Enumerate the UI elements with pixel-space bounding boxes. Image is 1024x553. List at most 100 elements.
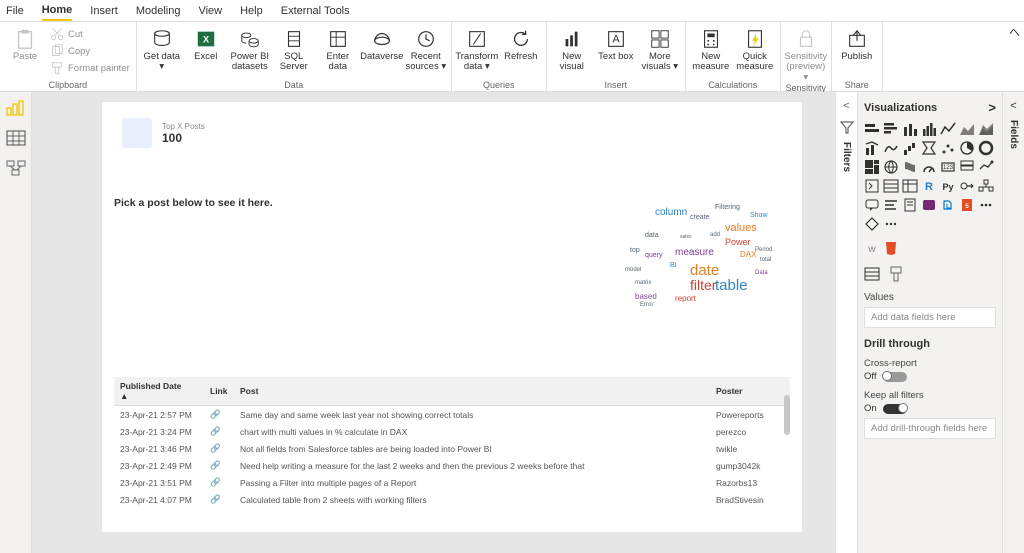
wordcloud-visual[interactable]: datetablefiltervaluesmeasurecolumnPowerD… [620, 192, 790, 322]
viz-type-kpi[interactable] [978, 159, 994, 175]
col-post[interactable]: Post [234, 377, 710, 406]
viz-html5-icon[interactable] [883, 240, 899, 256]
viz-type-scatter[interactable] [940, 140, 956, 156]
paste-button[interactable]: Paste [4, 24, 46, 62]
transform-data-button[interactable]: Transform data ▾ [456, 24, 498, 73]
viz-type-clustered-bar[interactable] [883, 121, 899, 137]
viz-type-r-visual[interactable]: R [921, 178, 937, 194]
viz-type-line-column[interactable] [864, 140, 880, 156]
table-row[interactable]: 23-Apr-21 3:24 PM🔗chart with multi value… [114, 423, 790, 440]
table-row[interactable]: 23-Apr-21 2:57 PM🔗Same day and same week… [114, 406, 790, 424]
menu-view[interactable]: View [198, 5, 222, 17]
new-measure-button[interactable]: New measure [690, 24, 732, 73]
drill-through-well[interactable]: Add drill-through fields here [864, 418, 996, 439]
viz-type-area[interactable] [959, 121, 975, 137]
card-visual-topx[interactable]: Top X Posts 100 [114, 112, 213, 154]
collapse-viz-chevron[interactable]: > [988, 100, 996, 115]
table-scrollbar[interactable] [784, 395, 790, 435]
filters-pane-collapsed[interactable]: < Filters [835, 92, 857, 553]
recent-sources-button[interactable]: Recent sources ▾ [405, 24, 447, 73]
viz-type-pie[interactable] [959, 140, 975, 156]
model-view-button[interactable] [6, 160, 26, 176]
dataverse-button[interactable]: Dataverse [361, 24, 403, 62]
col-published-date[interactable]: Published Date▲ [114, 377, 204, 406]
menu-external-tools[interactable]: External Tools [281, 5, 350, 17]
menu-modeling[interactable]: Modeling [136, 5, 181, 17]
menu-file[interactable]: File [6, 5, 24, 17]
data-view-button[interactable] [6, 130, 26, 146]
viz-type-power-apps[interactable] [921, 197, 937, 213]
viz-type-funnel[interactable] [921, 140, 937, 156]
quick-measure-button[interactable]: Quick measure [734, 24, 776, 73]
viz-type-shape[interactable] [864, 216, 880, 232]
viz-type-python-visual[interactable]: Py [940, 178, 956, 194]
viz-type-waterfall[interactable] [902, 140, 918, 156]
viz-type-line[interactable] [940, 121, 956, 137]
viz-type-key-influencers[interactable] [959, 178, 975, 194]
viz-type-qna[interactable] [864, 197, 880, 213]
format-painter-button[interactable]: Format painter [48, 60, 132, 76]
col-poster[interactable]: Poster [710, 377, 790, 406]
fields-tab-icon[interactable] [864, 266, 880, 282]
ribbon-collapse-chevron[interactable]: へ [1009, 24, 1020, 40]
get-data-button[interactable]: Get data ▾ [141, 24, 183, 73]
viz-type-gauge[interactable] [921, 159, 937, 175]
viz-type-multi-row-card[interactable] [959, 159, 975, 175]
copy-button[interactable]: Copy [48, 43, 132, 59]
viz-type-stacked-bar[interactable] [864, 121, 880, 137]
pbi-datasets-button[interactable]: Power BI datasets [229, 24, 271, 73]
report-view-button[interactable] [6, 100, 26, 116]
viz-type-decomposition[interactable] [978, 178, 994, 194]
sensitivity-button[interactable]: Sensitivity (preview) ▾ [785, 24, 827, 83]
sql-server-button[interactable]: SQL Server [273, 24, 315, 73]
viz-type-more[interactable] [978, 197, 994, 213]
viz-type-smart-narrative[interactable] [883, 197, 899, 213]
viz-web-icon[interactable]: w [864, 240, 880, 256]
keep-filters-label: Keep all filters [864, 390, 996, 401]
viz-type-map[interactable] [883, 159, 899, 175]
table-row[interactable]: 23-Apr-21 3:51 PM🔗Passing a Filter into … [114, 474, 790, 491]
more-visuals-button[interactable]: More visuals ▾ [639, 24, 681, 73]
viz-type-ribbon[interactable] [883, 140, 899, 156]
table-row[interactable]: 23-Apr-21 4:07 PM🔗Calculated table from … [114, 491, 790, 508]
viz-type-clustered-column[interactable] [921, 121, 937, 137]
enter-data-button[interactable]: Enter data [317, 24, 359, 73]
col-link[interactable]: Link [204, 377, 234, 406]
viz-type-power-automate[interactable] [940, 197, 956, 213]
table-row[interactable]: 23-Apr-21 3:46 PM🔗Not all fields from Sa… [114, 440, 790, 457]
refresh-button[interactable]: Refresh [500, 24, 542, 62]
viz-type-html[interactable]: 5 [959, 197, 975, 213]
expand-fields-chevron[interactable]: < [1010, 100, 1016, 112]
new-visual-button[interactable]: New visual [551, 24, 593, 73]
viz-type-matrix[interactable] [902, 178, 918, 194]
text-box-button[interactable]: AText box [595, 24, 637, 62]
keep-filters-toggle[interactable] [883, 404, 907, 414]
viz-type-paginated[interactable] [902, 197, 918, 213]
cross-report-toggle[interactable] [883, 372, 907, 382]
format-tab-icon[interactable] [888, 266, 904, 282]
fields-pane-collapsed[interactable]: < Fields [1002, 92, 1024, 553]
viz-type-card[interactable]: 123 [940, 159, 956, 175]
prompt-text-visual[interactable]: Pick a post below to see it here. [114, 197, 514, 209]
table-row[interactable]: 23-Apr-21 2:49 PM🔗Need help writing a me… [114, 457, 790, 474]
cut-button[interactable]: Cut [48, 26, 132, 42]
expand-filters-chevron[interactable]: < [843, 100, 849, 112]
menu-help[interactable]: Help [240, 5, 263, 17]
viz-type-treemap[interactable] [864, 159, 880, 175]
menu-home[interactable]: Home [42, 4, 73, 21]
wordcloud-word: based [635, 292, 657, 301]
publish-button[interactable]: Publish [836, 24, 878, 62]
menu-insert[interactable]: Insert [90, 5, 118, 17]
excel-button[interactable]: XExcel [185, 24, 227, 62]
viz-type-stacked-area[interactable] [978, 121, 994, 137]
viz-type-stacked-column[interactable] [902, 121, 918, 137]
table-visual[interactable]: Published Date▲ Link Post Poster 23-Apr-… [114, 377, 790, 522]
canvas[interactable]: Top X Posts 100 Pick a post below to see… [32, 92, 835, 553]
viz-more-menu[interactable] [883, 216, 899, 232]
viz-type-table[interactable] [883, 178, 899, 194]
viz-type-slicer[interactable] [864, 178, 880, 194]
viz-type-filled-map[interactable] [902, 159, 918, 175]
viz-gallery: 123RPy5 w [864, 121, 996, 256]
viz-type-donut[interactable] [978, 140, 994, 156]
values-field-well[interactable]: Add data fields here [864, 307, 996, 328]
